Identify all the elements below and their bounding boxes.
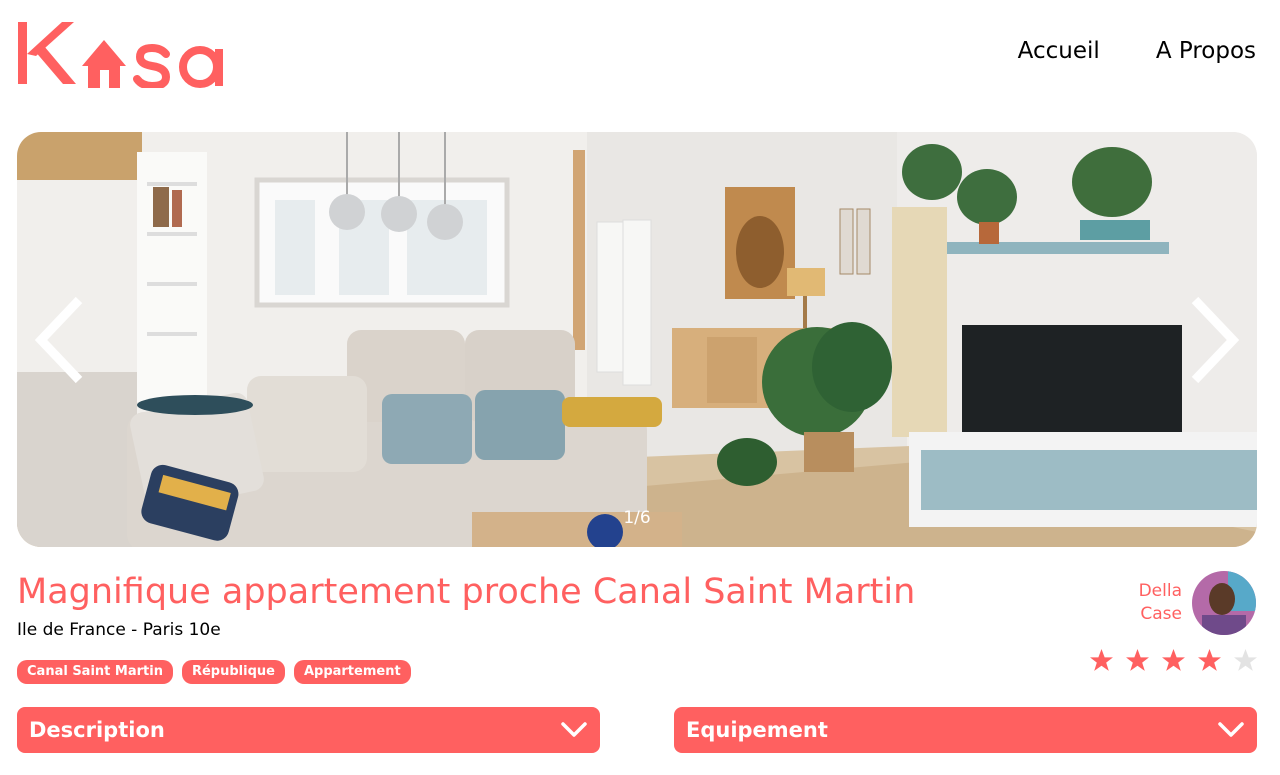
host-name: Della Case bbox=[1139, 580, 1182, 626]
chevron-right-icon bbox=[1191, 296, 1240, 384]
apartment-photo bbox=[17, 132, 1257, 547]
logo-graphic bbox=[18, 22, 223, 91]
star-icon bbox=[1090, 649, 1113, 671]
star-1-shape bbox=[1090, 649, 1113, 671]
host-first-name: Della bbox=[1138, 581, 1182, 601]
equipment-label: Equipement bbox=[686, 718, 828, 742]
main-nav: Accueil A Propos bbox=[1018, 38, 1256, 64]
host-avatar bbox=[1192, 571, 1256, 635]
listing-location: Ile de France - Paris 10e bbox=[17, 620, 221, 640]
chevron-down-icon bbox=[561, 722, 587, 737]
star-2-shape bbox=[1126, 649, 1149, 671]
chevron-left-icon bbox=[34, 296, 83, 384]
chevron-down-icon bbox=[1218, 722, 1244, 737]
tag-item: Canal Saint Martin bbox=[17, 660, 173, 684]
photo-gallery: 1/6 bbox=[17, 132, 1257, 547]
avatar-image bbox=[1192, 571, 1256, 635]
star-icon bbox=[1234, 649, 1257, 671]
tag-item: République bbox=[181, 660, 285, 684]
star-icon bbox=[1162, 649, 1185, 671]
star-icon bbox=[1198, 649, 1221, 671]
tag-list: Canal Saint Martin République Appartemen… bbox=[17, 660, 411, 684]
nav-link-home[interactable]: Accueil bbox=[1018, 38, 1100, 64]
gallery-next-button[interactable] bbox=[1183, 292, 1243, 388]
equipment-collapse-button[interactable]: Equipement bbox=[674, 707, 1257, 753]
nav-link-about[interactable]: A Propos bbox=[1156, 38, 1256, 64]
gallery-prev-button[interactable] bbox=[31, 292, 91, 388]
header: Accueil A Propos bbox=[0, 0, 1280, 110]
listing-title: Magnifique appartement proche Canal Sain… bbox=[17, 572, 916, 612]
star-4-shape bbox=[1198, 649, 1221, 671]
star-5-shape bbox=[1234, 649, 1257, 671]
host-last-name: Case bbox=[1140, 604, 1182, 624]
gallery-counter: 1/6 bbox=[623, 508, 651, 528]
description-label: Description bbox=[29, 718, 165, 742]
description-collapse-button[interactable]: Description bbox=[17, 707, 600, 753]
tag-item: Appartement bbox=[293, 660, 411, 684]
star-3-shape bbox=[1162, 649, 1185, 671]
rating-stars bbox=[1089, 648, 1258, 673]
star-icon bbox=[1126, 649, 1149, 671]
host-info: Della Case bbox=[1139, 571, 1256, 635]
kasa-logo[interactable] bbox=[16, 18, 230, 91]
